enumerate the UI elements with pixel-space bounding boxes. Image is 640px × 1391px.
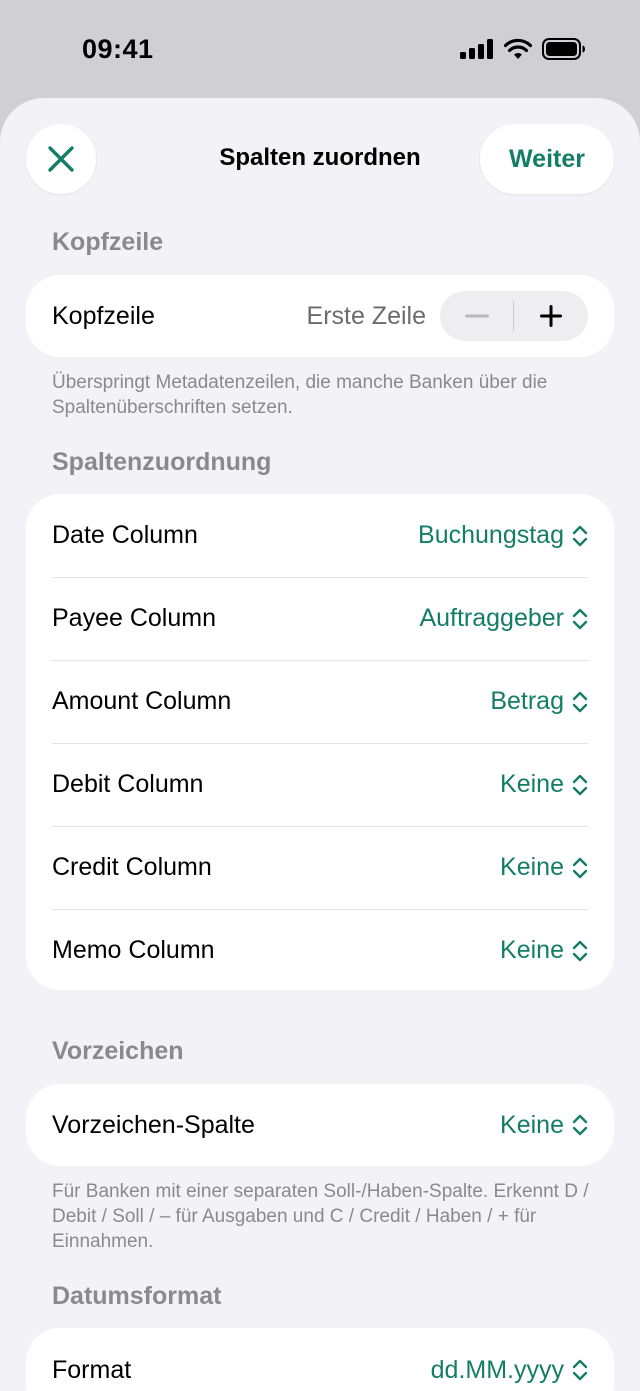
date-format-picker[interactable]: dd.MM.yyyy bbox=[431, 1356, 588, 1385]
decrement-button[interactable] bbox=[440, 291, 514, 341]
section-header-header-row: Kopfzeile bbox=[52, 228, 164, 256]
chevron-up-down-icon bbox=[572, 1359, 588, 1381]
stepper-divider bbox=[513, 301, 514, 331]
mapping-row-label: Credit Column bbox=[52, 853, 212, 881]
next-button[interactable]: Weiter bbox=[480, 124, 614, 194]
mapping-row-label: Memo Column bbox=[52, 936, 215, 964]
section-header-column-mapping: Spaltenzuordnung bbox=[52, 448, 272, 476]
section-header-date-format: Datumsformat bbox=[52, 1282, 222, 1310]
chevron-up-down-icon bbox=[572, 608, 588, 629]
mapping-row-picker[interactable]: Buchungstag bbox=[418, 521, 588, 550]
sign-row[interactable]: Vorzeichen-Spalte Keine bbox=[26, 1084, 614, 1166]
sign-row-label: Vorzeichen-Spalte bbox=[52, 1110, 255, 1139]
header-row-card: Kopfzeile Erste Zeile bbox=[26, 275, 614, 357]
mapping-row-picker[interactable]: Keine bbox=[500, 853, 588, 882]
mapping-row-payee[interactable]: Payee Column Auftraggeber bbox=[26, 577, 614, 660]
mapping-row-value: Auftraggeber bbox=[419, 604, 564, 632]
mapping-row-picker[interactable]: Keine bbox=[500, 770, 588, 799]
mapping-row-credit[interactable]: Credit Column Keine bbox=[26, 826, 614, 909]
mapping-row-value: Keine bbox=[500, 770, 564, 798]
chevron-up-down-icon bbox=[572, 1114, 588, 1136]
header-row: Kopfzeile Erste Zeile bbox=[26, 275, 614, 357]
minus-icon bbox=[465, 314, 489, 318]
column-mapping-card: Date Column Buchungstag Payee Column Auf… bbox=[26, 494, 614, 990]
wifi-icon bbox=[504, 38, 532, 59]
mapping-row-memo[interactable]: Memo Column Keine bbox=[26, 909, 614, 992]
date-format-label: Format bbox=[52, 1355, 132, 1384]
increment-button[interactable] bbox=[514, 291, 588, 341]
sign-row-value: Keine bbox=[500, 1110, 564, 1139]
status-icons bbox=[460, 38, 586, 60]
header-row-footnote: Überspringt Metadatenzeilen, die manche … bbox=[52, 372, 548, 418]
cellular-signal-icon bbox=[460, 39, 493, 59]
mapping-row-value: Keine bbox=[500, 936, 564, 964]
chevron-up-down-icon bbox=[572, 525, 588, 546]
mapping-row-picker[interactable]: Keine bbox=[500, 936, 588, 965]
header-row-stepper bbox=[440, 291, 588, 341]
mapping-row-amount[interactable]: Amount Column Betrag bbox=[26, 660, 614, 743]
status-bar: 09:41 bbox=[0, 0, 640, 100]
chevron-up-down-icon bbox=[572, 857, 588, 878]
status-time: 09:41 bbox=[82, 34, 154, 64]
date-format-card: Format dd.MM.yyyy bbox=[26, 1328, 614, 1391]
mapping-row-value: Betrag bbox=[490, 687, 564, 715]
mapping-row-value: Buchungstag bbox=[418, 521, 564, 549]
chevron-up-down-icon bbox=[572, 774, 588, 795]
mapping-row-value: Keine bbox=[500, 853, 564, 881]
plus-icon bbox=[540, 305, 562, 327]
date-format-value: dd.MM.yyyy bbox=[430, 1355, 564, 1384]
date-format-row[interactable]: Format dd.MM.yyyy bbox=[26, 1328, 614, 1391]
mapping-row-date[interactable]: Date Column Buchungstag bbox=[26, 494, 614, 577]
mapping-row-label: Payee Column bbox=[52, 604, 216, 632]
chevron-up-down-icon bbox=[572, 691, 588, 712]
chevron-up-down-icon bbox=[572, 940, 588, 961]
mapping-row-debit[interactable]: Debit Column Keine bbox=[26, 743, 614, 826]
section-header-sign: Vorzeichen bbox=[52, 1037, 184, 1065]
header-row-label: Kopfzeile bbox=[52, 301, 155, 330]
sign-footnote: Für Banken mit einer separaten Soll-/Hab… bbox=[52, 1181, 589, 1252]
battery-icon bbox=[542, 38, 585, 60]
sign-card: Vorzeichen-Spalte Keine bbox=[26, 1084, 614, 1166]
mapping-row-label: Date Column bbox=[52, 521, 198, 549]
mapping-row-picker[interactable]: Betrag bbox=[490, 687, 588, 716]
mapping-row-label: Amount Column bbox=[52, 687, 232, 715]
sign-row-picker[interactable]: Keine bbox=[500, 1111, 588, 1140]
header-row-value: Erste Zeile bbox=[306, 301, 426, 330]
mapping-row-label: Debit Column bbox=[52, 770, 204, 798]
modal-sheet: Spalten zuordnen Weiter Kopfzeile Kopfze… bbox=[0, 98, 640, 1391]
mapping-row-picker[interactable]: Auftraggeber bbox=[419, 604, 588, 633]
